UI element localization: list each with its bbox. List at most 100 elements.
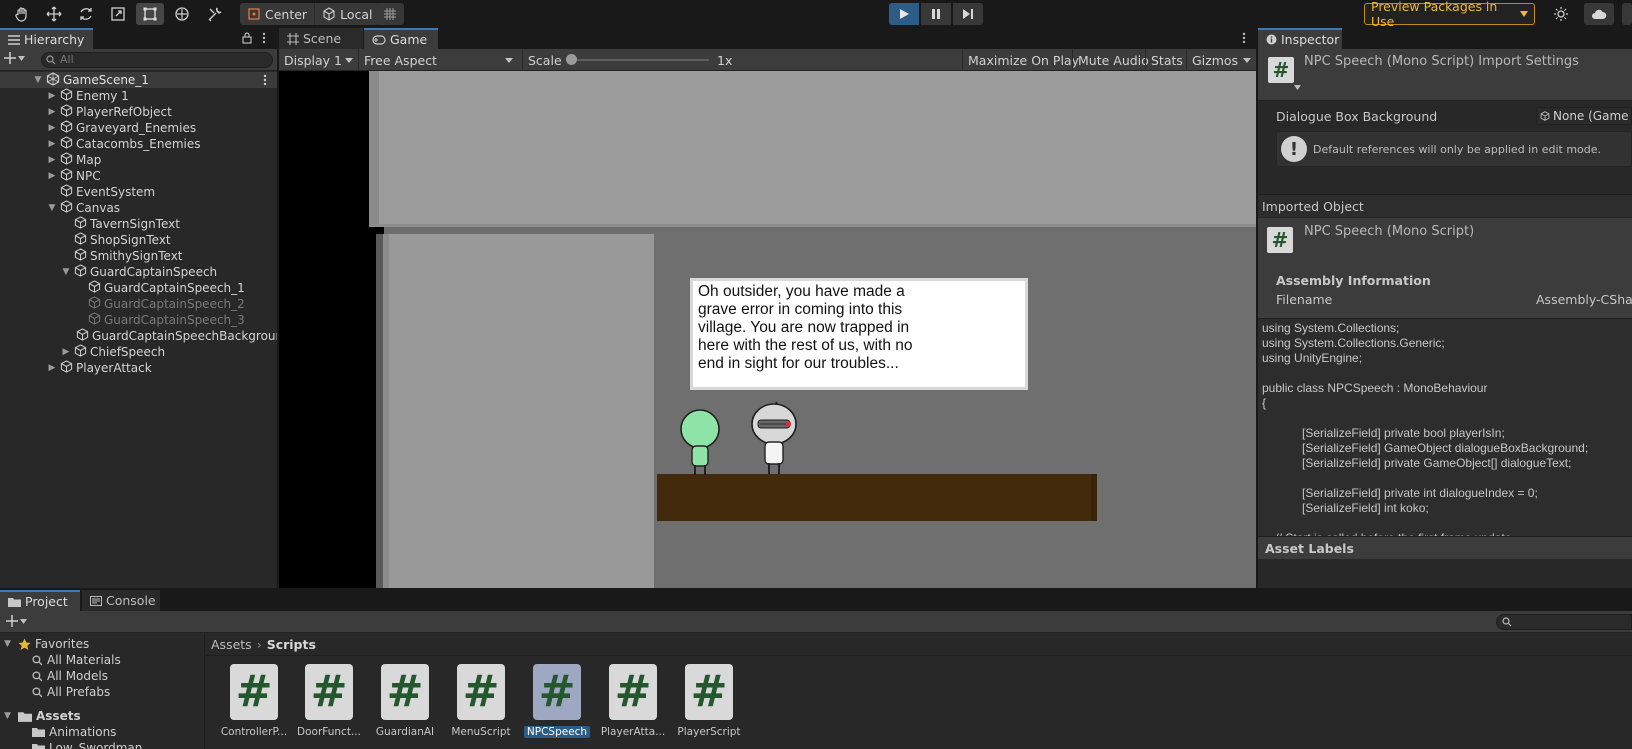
script-asset[interactable]: # DoorFunct... [294, 664, 364, 738]
dialogue-box-background-field[interactable]: None (Game O [1536, 107, 1632, 125]
chevron-down-icon[interactable] [1294, 85, 1301, 90]
pivot-local-label: Local [340, 6, 373, 22]
scene-menu-icon[interactable] [263, 74, 267, 86]
expanded-arrow-icon[interactable]: ▼ [46, 203, 58, 213]
stats-label: Stats [1151, 52, 1183, 68]
kebab-menu-icon[interactable] [1242, 32, 1246, 44]
pause-button[interactable] [921, 3, 951, 25]
gizmos-dropdown[interactable]: Gizmos [1186, 49, 1256, 71]
expanded-arrow-icon[interactable]: ▼ [60, 267, 72, 277]
tab-hierarchy[interactable]: Hierarchy [0, 28, 93, 49]
stats-toggle[interactable]: Stats [1145, 49, 1188, 71]
hierarchy-item-guardcaptainspeech-3[interactable]: GuardCaptainSpeech_3 [0, 312, 277, 328]
game-view-toolbar: Display 1 Free Aspect Scale 1x Maximize … [279, 49, 1256, 71]
hierarchy-item-eventsystem[interactable]: EventSystem [0, 184, 277, 200]
hierarchy-item-label: Enemy 1 [76, 89, 129, 103]
code-line: [SerializeField] GameObject dialogueBoxB… [1262, 441, 1589, 455]
hierarchy-item-enemy-1[interactable]: ▶ Enemy 1 [0, 88, 277, 104]
favorite-item-all-models[interactable]: All Models [0, 668, 205, 684]
collapsed-arrow-icon[interactable]: ▶ [46, 155, 58, 165]
assets-root-label: Assets [36, 709, 81, 723]
move-tool-button[interactable] [40, 3, 68, 25]
collapsed-arrow-icon[interactable]: ▶ [46, 139, 58, 149]
scale-slider-thumb[interactable] [566, 54, 577, 65]
tab-inspector[interactable]: Inspector [1258, 28, 1342, 49]
lock-icon[interactable] [242, 32, 252, 44]
hand-tool-button[interactable] [8, 3, 36, 25]
expanded-arrow-icon[interactable]: ▼ [32, 75, 44, 85]
collapsed-arrow-icon[interactable]: ▶ [46, 363, 58, 373]
breadcrumb-scripts[interactable]: Scripts [267, 637, 316, 652]
hierarchy-item-graveyard-enemies[interactable]: ▶ Graveyard_Enemies [0, 120, 277, 136]
play-button[interactable] [889, 3, 919, 25]
hierarchy-item-playerattack[interactable]: ▶ PlayerAttack [0, 360, 277, 376]
expanded-arrow-icon[interactable]: ▼ [4, 711, 18, 721]
favorite-item-all-materials[interactable]: All Materials [0, 652, 205, 668]
collapsed-arrow-icon[interactable]: ▶ [46, 171, 58, 181]
create-asset-button[interactable] [6, 615, 27, 627]
hierarchy-item-catacombs-enemies[interactable]: ▶ Catacombs_Enemies [0, 136, 277, 152]
tab-scene[interactable]: Scene [279, 28, 363, 49]
collapsed-arrow-icon[interactable]: ▶ [46, 107, 58, 117]
folder-animations[interactable]: Animations [0, 724, 205, 740]
gameobject-cube-icon [88, 280, 101, 296]
favorites-row[interactable]: ▼ Favorites [0, 636, 205, 652]
script-asset[interactable]: # PlayerAtta... [598, 664, 668, 738]
cloud-button[interactable] [1584, 3, 1614, 25]
hierarchy-item-guardcaptainspeech-1[interactable]: GuardCaptainSpeech_1 [0, 280, 277, 296]
scale-tool-button[interactable] [104, 3, 132, 25]
mute-audio-toggle[interactable]: Mute Audio [1072, 49, 1154, 71]
account-button[interactable] [1622, 3, 1632, 25]
tab-project[interactable]: Project [0, 590, 80, 611]
aspect-dropdown[interactable]: Free Aspect [358, 49, 518, 71]
hierarchy-item-map[interactable]: ▶ Map [0, 152, 277, 168]
expanded-arrow-icon[interactable]: ▼ [4, 639, 18, 649]
hierarchy-item-npc[interactable]: ▶ NPC [0, 168, 277, 184]
hierarchy-item-shopsigntext[interactable]: ShopSignText [0, 232, 277, 248]
scale-slider-track[interactable] [569, 59, 709, 61]
rect-tool-button[interactable] [136, 3, 164, 25]
collapsed-arrow-icon[interactable]: ▶ [46, 123, 58, 133]
step-button[interactable] [953, 3, 983, 25]
folder-low-swordman[interactable]: Low_Swordman [0, 740, 205, 749]
collapsed-arrow-icon[interactable]: ▶ [46, 91, 58, 101]
transform-tool-button[interactable] [168, 3, 196, 25]
hierarchy-item-guardcaptainspeechbackground[interactable]: GuardCaptainSpeechBackground [0, 328, 277, 344]
game-viewport[interactable]: Oh outsider, you have made a grave error… [279, 71, 1256, 588]
custom-tool-button[interactable] [201, 3, 229, 25]
grid-snapping-button[interactable] [376, 3, 404, 25]
script-asset[interactable]: # ControllerP... [219, 664, 289, 738]
breadcrumb-assets[interactable]: Assets [211, 637, 252, 652]
lighting-settings-button[interactable] [1546, 3, 1576, 25]
collapsed-arrow-icon[interactable]: ▶ [60, 347, 72, 357]
tab-game[interactable]: Game [364, 28, 438, 49]
hierarchy-item-smithysigntext[interactable]: SmithySignText [0, 248, 277, 264]
hierarchy-item-canvas[interactable]: ▼ Canvas [0, 200, 277, 216]
pivot-local-toggle[interactable]: Local [314, 3, 379, 25]
hierarchy-search-input[interactable]: All [41, 52, 273, 68]
script-asset[interactable]: # PlayerScript [674, 664, 744, 738]
hierarchy-item-guardcaptainspeech-2[interactable]: GuardCaptainSpeech_2 [0, 296, 277, 312]
display-dropdown[interactable]: Display 1 [279, 49, 358, 71]
scene-label: GameScene_1 [63, 73, 149, 87]
pivot-center-toggle[interactable]: Center [240, 3, 314, 25]
hierarchy-item-guardcaptainspeech[interactable]: ▼ GuardCaptainSpeech [0, 264, 277, 280]
project-search-input[interactable] [1496, 614, 1632, 630]
favorite-item-all-prefabs[interactable]: All Prefabs [0, 684, 205, 700]
script-asset[interactable]: # MenuScript [446, 664, 516, 738]
hierarchy-scene-row[interactable]: ▼ GameScene_1 [0, 72, 277, 88]
asset-labels-header[interactable]: Asset Labels [1258, 537, 1632, 559]
rotate-tool-button[interactable] [72, 3, 100, 25]
hierarchy-item-chiefspeech[interactable]: ▶ ChiefSpeech [0, 344, 277, 360]
script-asset-selected[interactable]: # NPCSpeech [522, 664, 592, 741]
maximize-on-play-toggle[interactable]: Maximize On Play [962, 49, 1084, 71]
hierarchy-item-playerrefobject[interactable]: ▶ PlayerRefObject [0, 104, 277, 120]
assets-root-row[interactable]: ▼ Assets [0, 708, 205, 724]
kebab-menu-icon[interactable] [262, 32, 266, 44]
tab-console[interactable]: Console [82, 590, 160, 611]
preview-packages-dropdown[interactable]: Preview Packages in Use [1364, 0, 1535, 29]
script-asset[interactable]: # GuardianAI [370, 664, 440, 738]
hierarchy-item-tavernsigntext[interactable]: TavernSignText [0, 216, 277, 232]
gameobject-cube-icon [74, 344, 87, 360]
create-dropdown-button[interactable] [4, 52, 25, 64]
